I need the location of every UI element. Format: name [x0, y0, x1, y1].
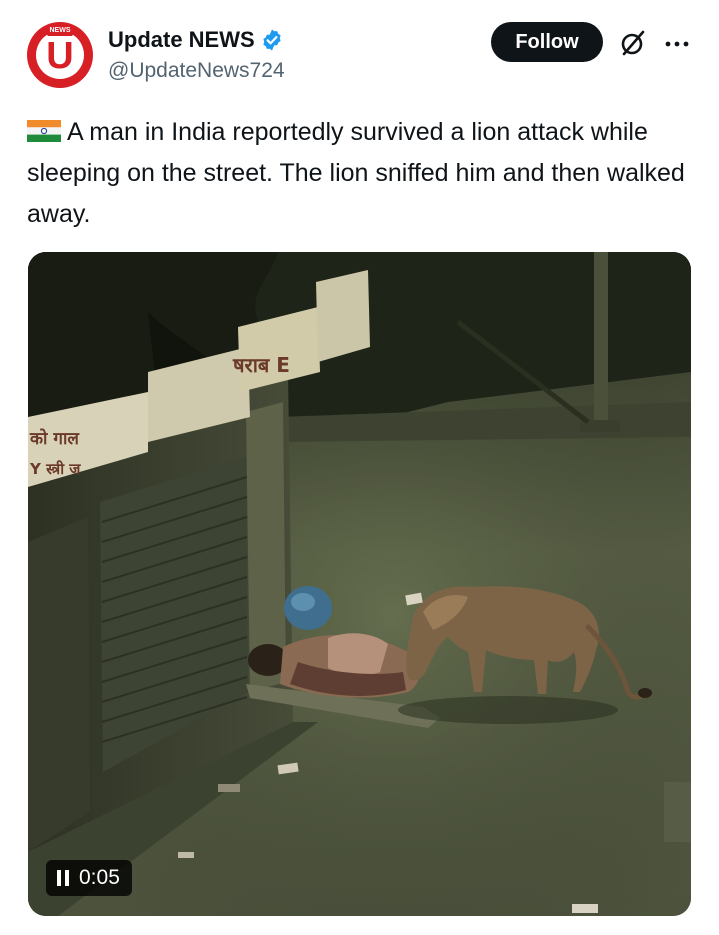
sign-text-left-2: Y स्त्री ज	[29, 460, 81, 478]
author-handle[interactable]: @UpdateNews724	[108, 59, 285, 83]
video-elapsed-time: 0:05	[79, 866, 120, 889]
author-name-row: Update NEWS	[108, 25, 284, 55]
tweet-header: U NEWS Update NEWS @UpdateNews724 Follow	[0, 0, 719, 100]
author-display-name[interactable]: Update NEWS	[108, 27, 255, 53]
avatar[interactable]: U NEWS	[27, 22, 93, 88]
pause-icon[interactable]	[56, 869, 70, 887]
more-icon[interactable]	[664, 33, 690, 53]
avatar-letter: U	[46, 35, 74, 77]
tweet-video[interactable]: षराब E को गाल Y स्त्री ज 0:05	[28, 252, 691, 916]
sign-text-left-1: को गाल	[29, 428, 80, 449]
follow-button[interactable]: Follow	[491, 22, 603, 62]
tweet-body: A man in India reportedly survived a lio…	[27, 118, 685, 228]
grok-icon[interactable]	[619, 29, 647, 57]
avatar-news-tag: NEWS	[47, 26, 73, 36]
video-playback-control[interactable]: 0:05	[46, 860, 132, 896]
sign-text-upper: षराब E	[232, 353, 290, 377]
avatar-logo-mark: U	[36, 31, 84, 79]
video-frame: षराब E को गाल Y स्त्री ज	[28, 252, 691, 916]
tweet-text: A man in India reportedly survived a lio…	[27, 112, 697, 235]
verified-badge-icon	[260, 28, 284, 52]
india-flag-icon	[27, 114, 61, 142]
